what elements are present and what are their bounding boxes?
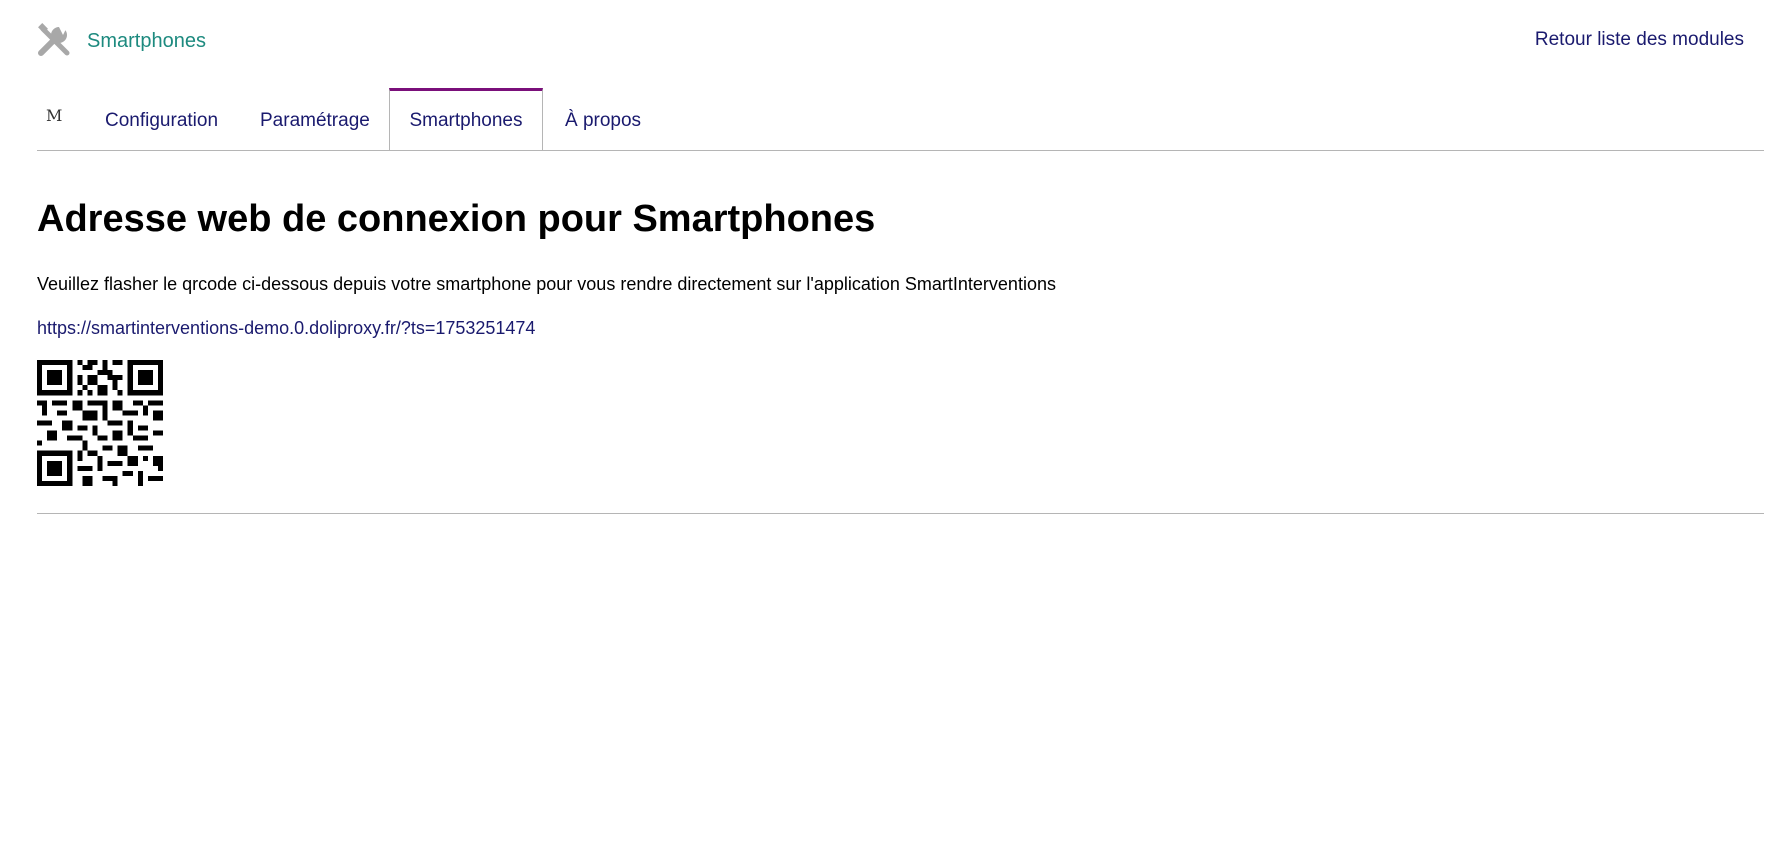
tools-icon <box>37 23 73 59</box>
tab-a-propos[interactable]: À propos <box>565 90 641 151</box>
divider <box>37 513 1764 514</box>
module-title-group: Smartphones <box>37 22 206 60</box>
tab-configuration[interactable]: Configuration <box>105 90 218 151</box>
instructions-text: Veuillez flasher le qrcode ci-dessous de… <box>37 274 1056 294</box>
tab-parametrage[interactable]: Paramétrage <box>260 90 370 151</box>
page: Smartphones Retour liste des modules M C… <box>0 0 1781 847</box>
tab-bar: M Configuration Paramétrage Smartphones … <box>37 88 1764 151</box>
module-title: Smartphones <box>87 29 206 52</box>
connection-url-link[interactable]: https://smartinterventions-demo.0.dolipr… <box>37 318 535 339</box>
back-to-modules-link[interactable]: Retour liste des modules <box>1535 29 1744 51</box>
tab-m[interactable]: M <box>46 106 62 125</box>
tab-smartphones[interactable]: Smartphones <box>389 88 543 150</box>
page-title: Adresse web de connexion pour Smartphone… <box>37 198 876 240</box>
page-header: Smartphones Retour liste des modules <box>37 22 1744 62</box>
qr-code-icon <box>37 360 163 486</box>
